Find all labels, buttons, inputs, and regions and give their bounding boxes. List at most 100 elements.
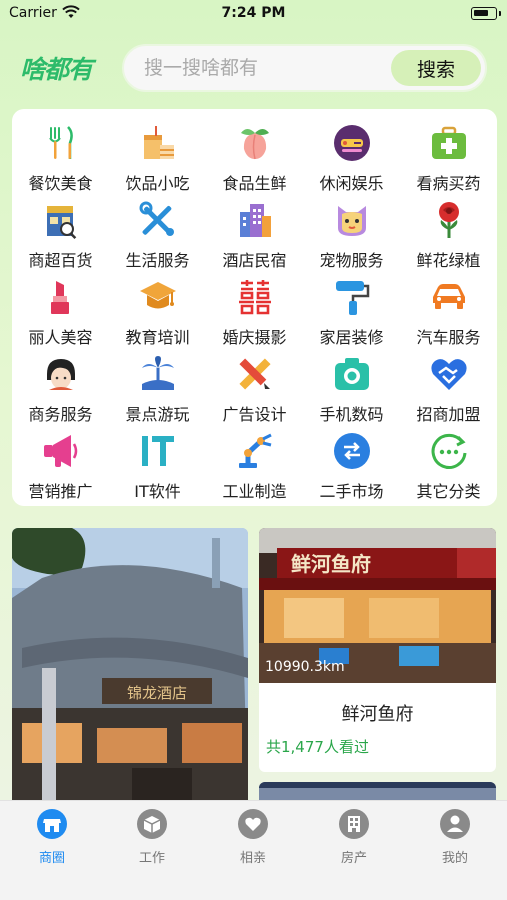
pet-icon [338,206,366,236]
category-business[interactable]: 商务服务 [12,348,109,424]
car-icon [433,284,465,309]
user-icon [440,809,470,839]
tab-mine[interactable]: 我的 [415,809,495,869]
tab-business-circle[interactable]: 商圈 [12,809,92,869]
category-label: 手机数码 [319,405,384,424]
category-label: 景点游玩 [125,405,190,424]
double-happiness-icon [239,280,271,315]
category-label: 家居装修 [319,328,384,347]
category-label: 休闲娱乐 [319,174,384,193]
category-fresh[interactable]: 食品生鲜 [206,117,303,193]
category-label: 饮品小吃 [125,174,190,193]
category-label: 其它分类 [416,482,481,501]
category-leisure[interactable]: 休闲娱乐 [303,117,400,193]
utensils-icon [49,126,73,159]
category-flowers[interactable]: 鲜花绿植 [400,194,497,270]
category-label: 宠物服务 [319,251,384,270]
category-label: 广告设计 [222,405,287,424]
medical-kit-icon [432,126,466,159]
tab-bar: 商圈 工作 相亲 房产 我的 [0,800,507,900]
palm-island-icon [142,356,174,390]
tab-real-estate[interactable]: 房产 [314,809,394,869]
tab-label: 商圈 [38,851,65,866]
category-label: 招商加盟 [416,405,481,424]
category-home-decor[interactable]: 家居装修 [303,271,400,347]
category-marketing[interactable]: 营销推广 [12,425,109,501]
drink-icon [144,126,174,159]
category-drinks[interactable]: 饮品小吃 [109,117,206,193]
category-franchise[interactable]: 招商加盟 [400,348,497,424]
category-label: 教育培训 [125,328,190,347]
category-label: 生活服务 [125,251,190,270]
package-icon [137,809,167,839]
category-label: 工业制造 [222,482,287,501]
category-label: 二手市场 [319,482,384,501]
category-medical[interactable]: 看病买药 [400,117,497,193]
building-icon [339,809,369,839]
category-label: 汽车服务 [416,328,481,347]
lipstick-icon [51,281,69,314]
category-label: 食品生鲜 [222,174,287,193]
camera-icon [335,358,369,390]
headset-person-icon [47,359,75,390]
logo-text: 啥都有 [20,55,93,84]
store-front-icon [37,809,67,839]
robot-arm-icon [239,433,272,468]
hotel-photo: 锦龙酒店 [12,528,248,818]
category-it[interactable]: IT软件 [109,425,206,501]
tab-dating[interactable]: 相亲 [213,809,293,869]
card-title: 鲜河鱼府 [341,704,414,725]
category-wedding[interactable]: 婚庆摄影 [206,271,303,347]
feed-card-hotel[interactable]: 锦龙酒店 [12,528,248,818]
tools-icon [139,201,174,236]
heart-icon [238,809,268,839]
category-food[interactable]: 餐饮美食 [12,117,109,193]
peach-icon [241,129,269,160]
category-ad-design[interactable]: 广告设计 [206,348,303,424]
feed-card-restaurant[interactable]: 鲜河鱼府 10990.3km 鲜河鱼府 共1,477人看过 [259,528,496,772]
category-pet[interactable]: 宠物服务 [303,194,400,270]
category-label: 酒店民宿 [222,251,287,270]
more-icon [431,433,467,469]
category-life-service[interactable]: 生活服务 [109,194,206,270]
app-logo: 啥都有 [20,50,93,86]
tab-label: 工作 [138,851,165,866]
category-label: 婚庆摄影 [222,328,287,347]
tab-work[interactable]: 工作 [112,809,192,869]
category-other[interactable]: 其它分类 [400,425,497,501]
category-hotel[interactable]: 酒店民宿 [206,194,303,270]
pencil-ruler-icon [239,358,271,390]
category-auto[interactable]: 汽车服务 [400,271,497,347]
leisure-icon [334,125,370,161]
header: 啥都有 搜索 [0,38,507,98]
category-secondhand[interactable]: 二手市场 [303,425,400,501]
category-label: 餐饮美食 [28,174,93,193]
graduation-cap-icon [140,282,176,309]
tab-label: 我的 [441,851,468,866]
battery-icon [471,7,501,20]
tab-label: 相亲 [239,851,266,866]
restaurant-sign-text: 鲜河鱼府 [291,552,371,576]
category-beauty[interactable]: 丽人美容 [12,271,109,347]
search-button[interactable]: 搜索 [391,50,481,86]
category-industry[interactable]: 工业制造 [206,425,303,501]
it-icon [142,436,174,466]
status-bar: Carrier 7:24 PM [0,0,507,28]
category-label: 营销推广 [28,482,93,501]
handshake-icon [431,359,467,390]
distance-label: 10990.3km [265,659,345,675]
category-grid: 餐饮美食 饮品小吃 食品生鲜 休闲娱乐 看病买药 商超百货 生活服务 酒店民宿 … [12,109,497,506]
exchange-icon [334,433,370,469]
store-icon [47,206,77,240]
search-box[interactable]: 搜索 [122,44,487,92]
rose-icon [439,202,459,238]
megaphone-icon [44,435,78,467]
category-scenic[interactable]: 景点游玩 [109,348,206,424]
category-education[interactable]: 教育培训 [109,271,206,347]
category-digital[interactable]: 手机数码 [303,348,400,424]
category-store[interactable]: 商超百货 [12,194,109,270]
search-input[interactable] [144,57,374,79]
category-label: 看病买药 [416,174,481,193]
tab-label: 房产 [340,851,367,866]
hotel-icon [240,204,271,237]
